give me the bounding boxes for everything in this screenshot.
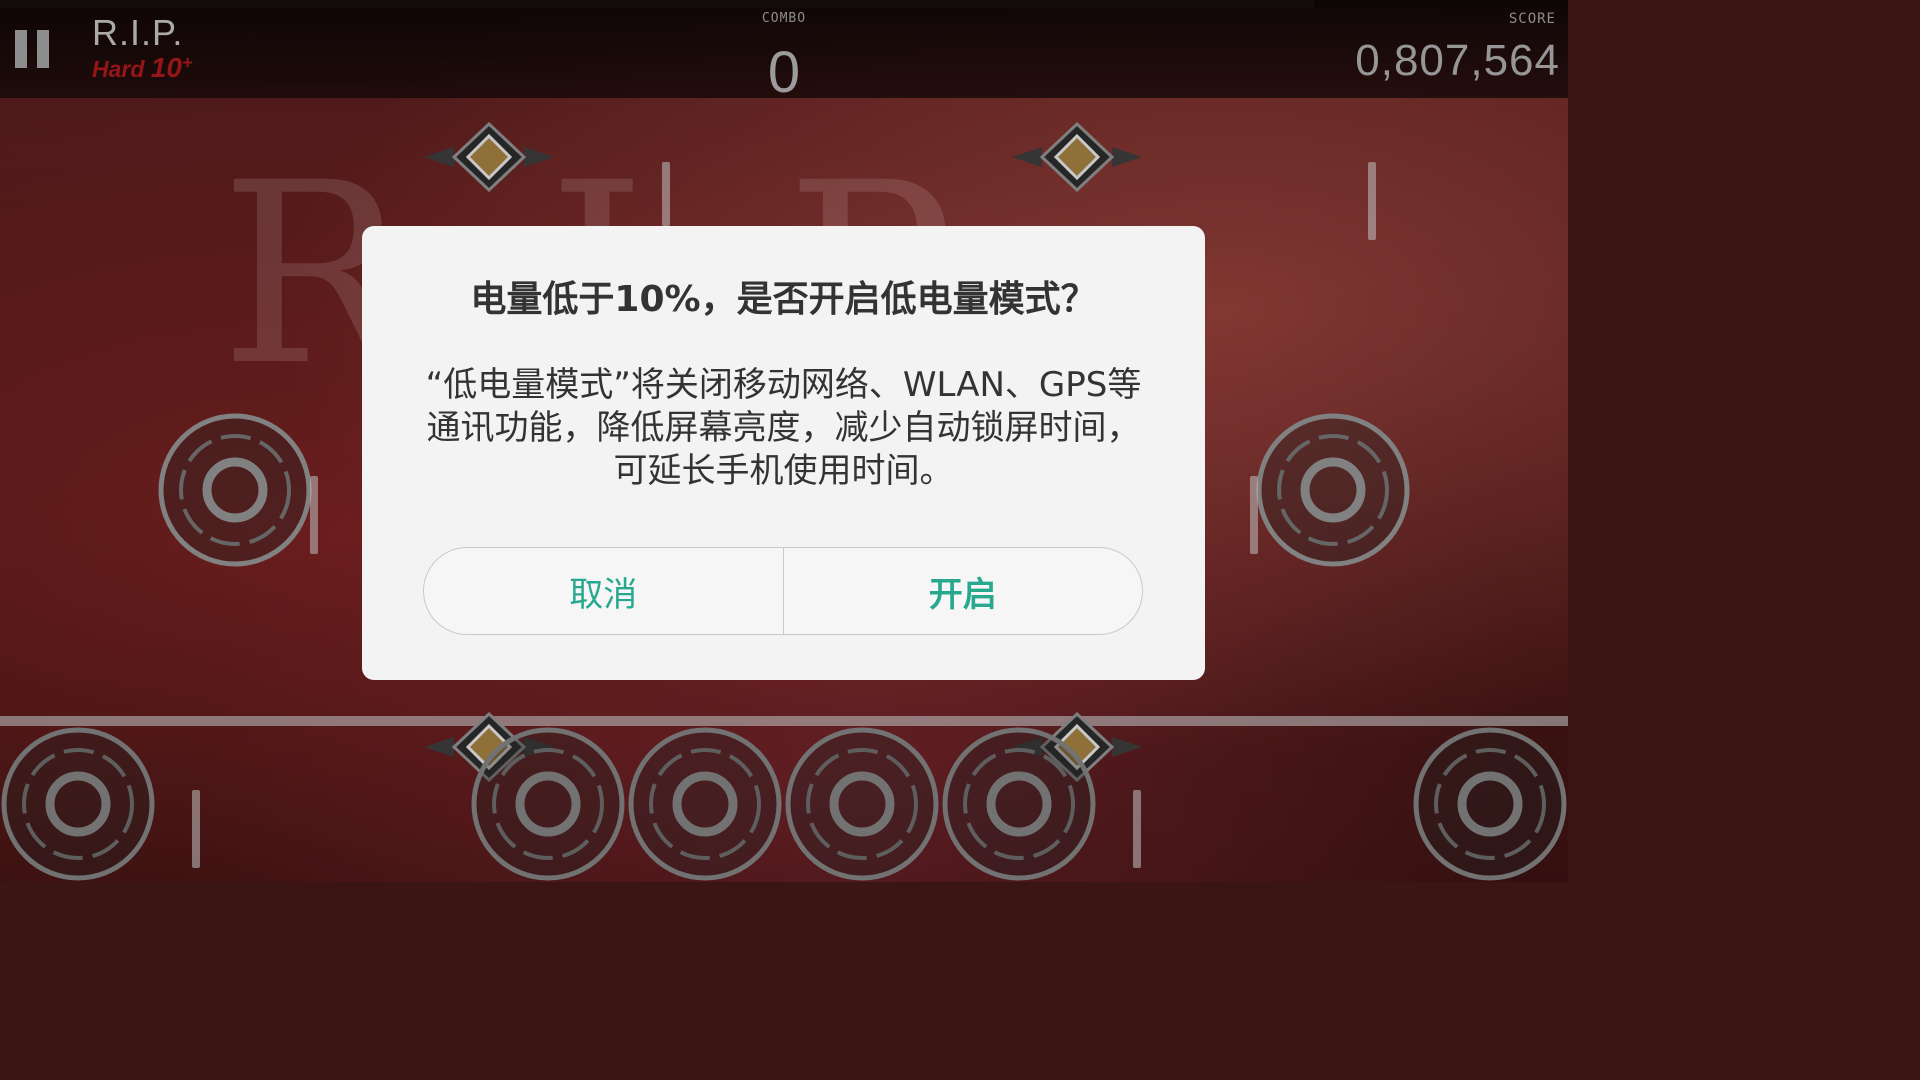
dialog-button-group: 取消 开启 <box>423 547 1143 635</box>
enable-low-power-button[interactable]: 开启 <box>784 548 1143 634</box>
dialog-message: “低电量模式”将关闭移动网络、WLAN、GPS等通讯功能，降低屏幕亮度，减少自动… <box>425 365 1142 491</box>
low-battery-dialog: 电量低于10%，是否开启低电量模式？ “低电量模式”将关闭移动网络、WLAN、G… <box>362 226 1205 680</box>
dialog-title: 电量低于10%，是否开启低电量模式？ <box>470 279 1097 320</box>
cancel-button[interactable]: 取消 <box>424 548 783 634</box>
